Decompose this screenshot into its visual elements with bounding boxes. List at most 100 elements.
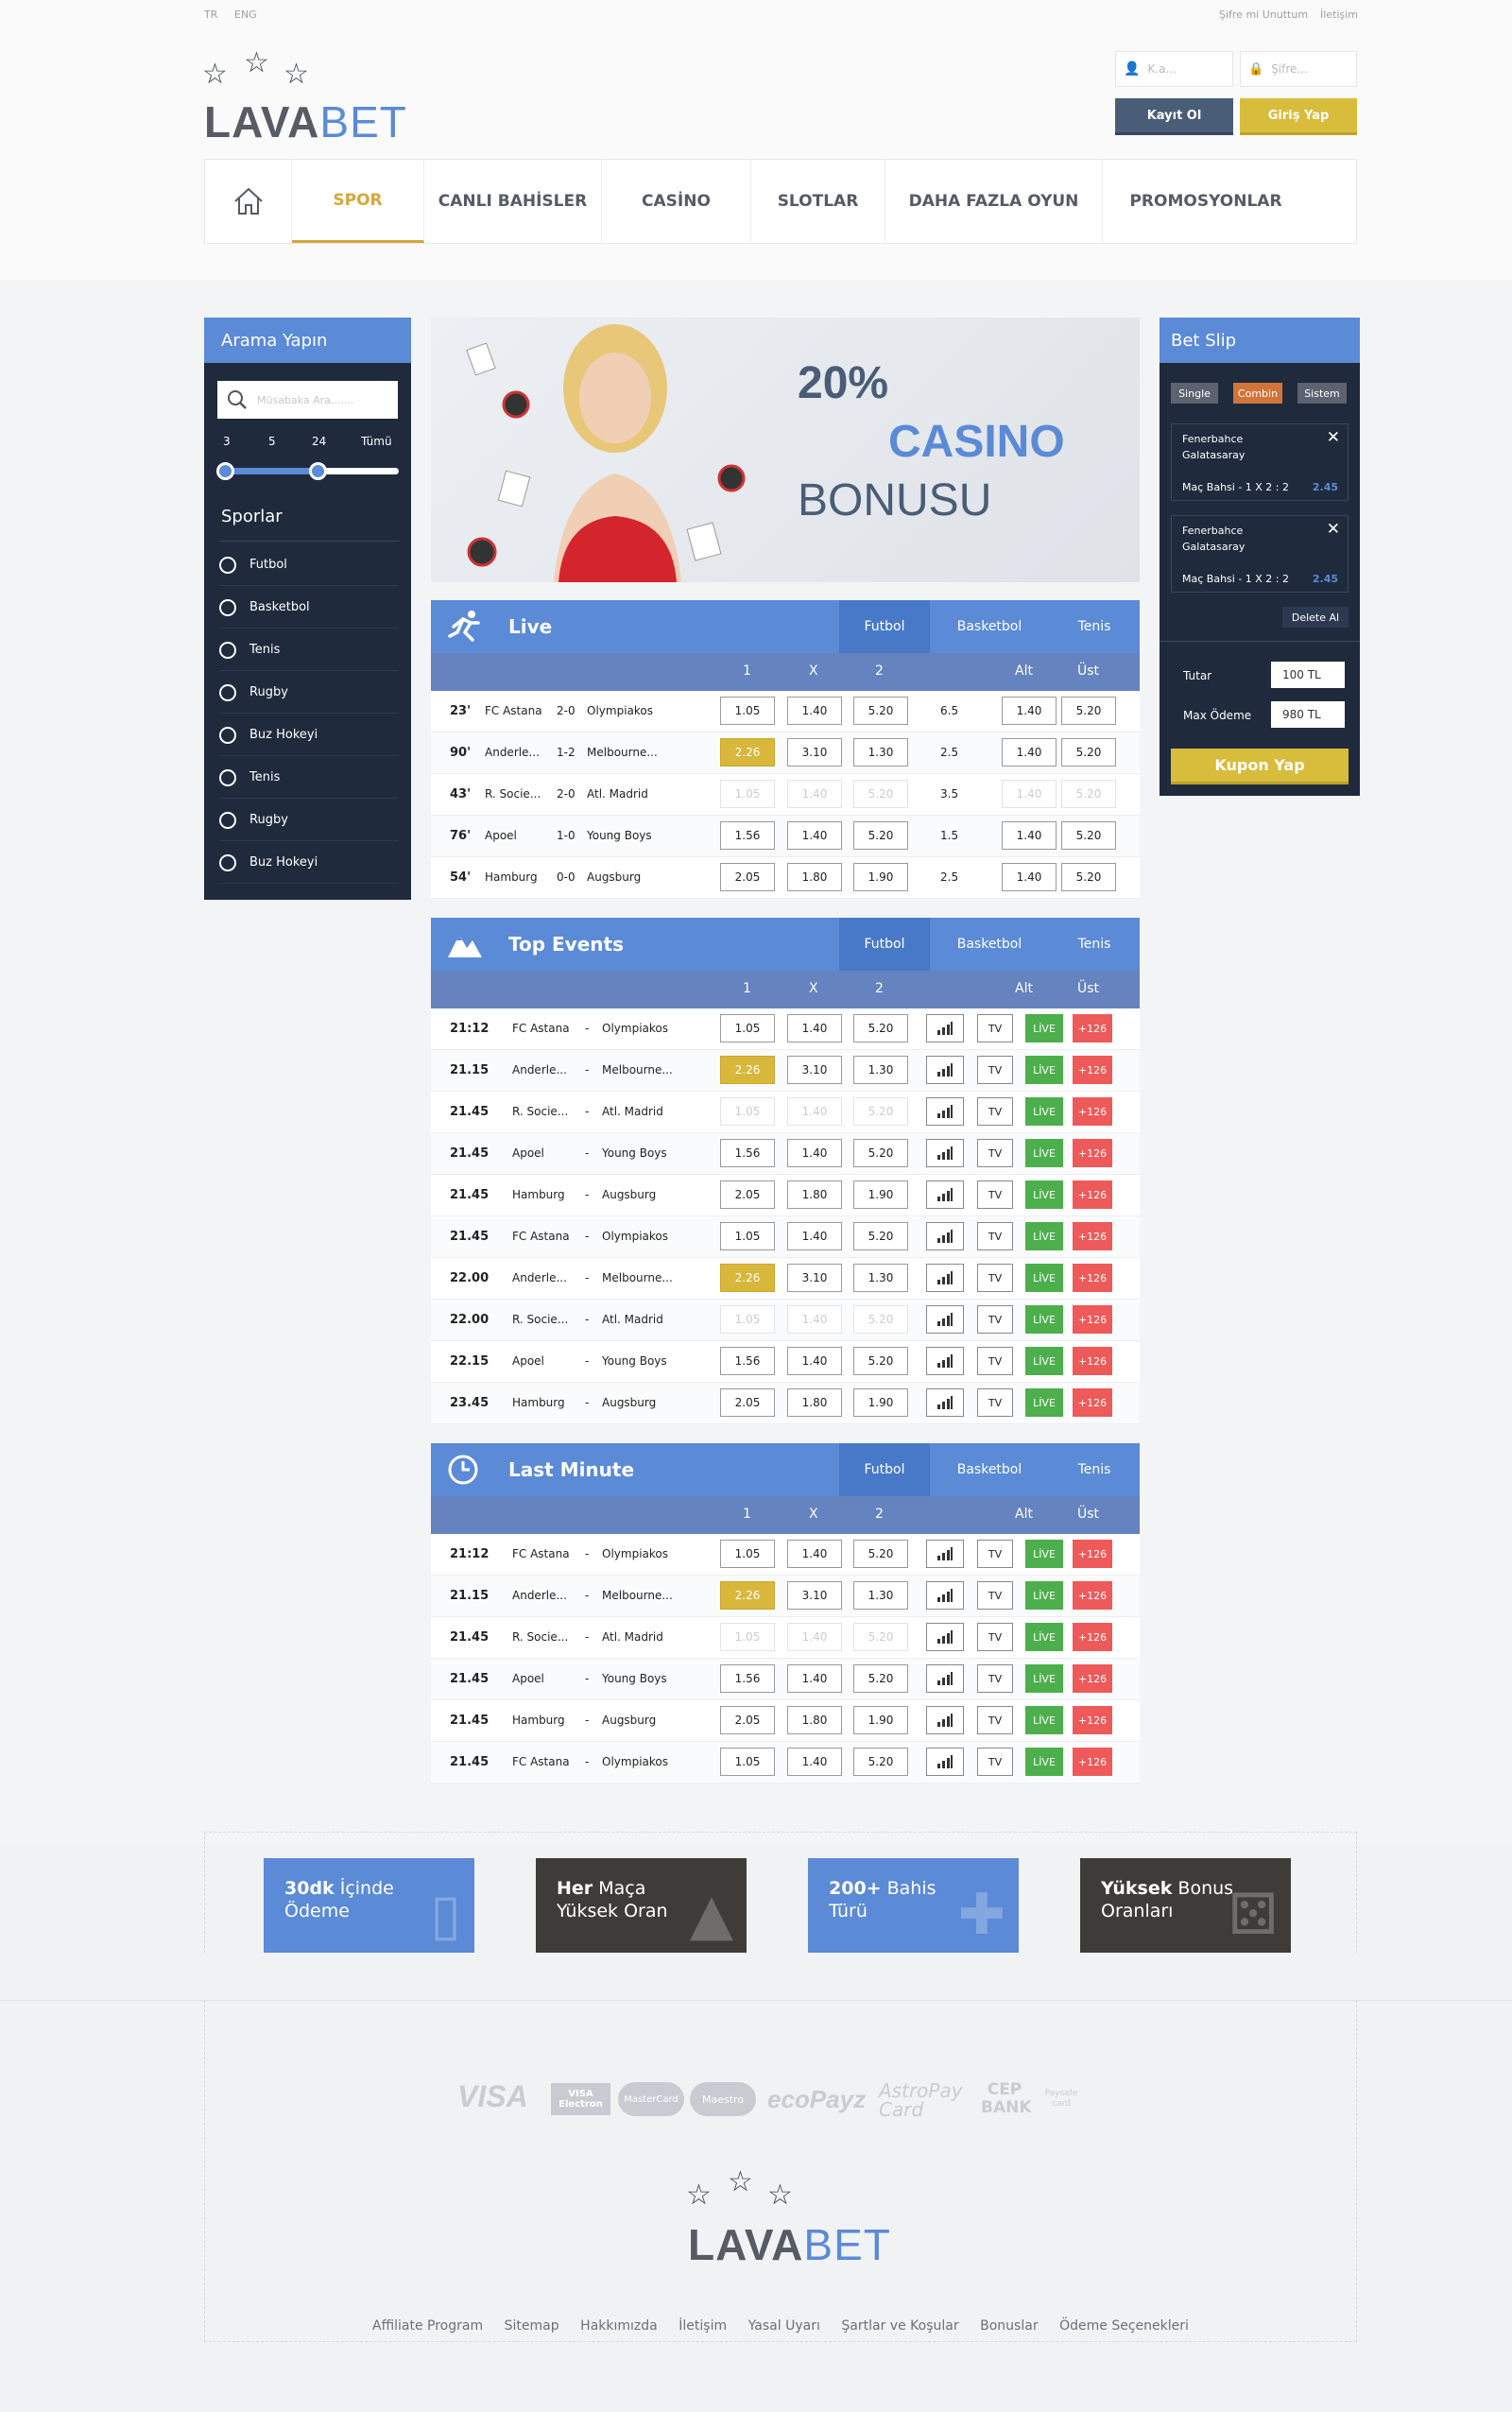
odd-1-button[interactable]: 2.26 [720, 1056, 775, 1084]
odd-2-button[interactable]: 5.20 [853, 697, 908, 725]
odd-1-button[interactable]: 2.05 [720, 1388, 775, 1417]
odd-x-button[interactable]: 3.10 [787, 1264, 842, 1292]
live-button[interactable]: LİVE [1025, 1581, 1063, 1610]
odd-2-button[interactable]: 1.30 [853, 1264, 908, 1292]
odd-alt-button[interactable]: 1.40 [1002, 780, 1057, 808]
odd-x-button[interactable]: 3.10 [787, 1581, 842, 1610]
stats-button[interactable] [926, 1581, 964, 1610]
odd-x-button[interactable]: 1.40 [787, 1014, 842, 1042]
stats-button[interactable] [926, 1347, 964, 1375]
login-button[interactable]: Giriş Yap [1240, 98, 1357, 135]
odd-1-button[interactable]: 1.56 [720, 1139, 775, 1167]
footer-link-affiliate[interactable]: Affiliate Program [372, 2318, 483, 2334]
tv-button[interactable]: TV [977, 1180, 1013, 1209]
odd-2-button[interactable]: 5.20 [853, 1097, 908, 1126]
odd-2-button[interactable]: 5.20 [853, 1305, 908, 1334]
tv-button[interactable]: TV [977, 1706, 1013, 1734]
feature-card[interactable]: Her Maça Yüksek Oran ▲ [536, 1858, 747, 1953]
odd-2-button[interactable]: 5.20 [853, 1222, 908, 1250]
range-handle-max[interactable] [309, 462, 327, 480]
odd-alt-button[interactable]: 1.40 [1002, 697, 1057, 725]
live-button[interactable]: LİVE [1025, 1347, 1063, 1375]
sport-item[interactable]: Tenis [219, 757, 399, 799]
tab-futbol[interactable]: Futbol [839, 1443, 930, 1496]
odd-x-button[interactable]: 1.40 [787, 1623, 842, 1651]
odd-1-button[interactable]: 2.05 [720, 863, 775, 891]
sport-item[interactable]: Basketbol [219, 587, 399, 629]
odd-1-button[interactable]: 1.05 [720, 780, 775, 808]
live-button[interactable]: LİVE [1025, 1706, 1063, 1734]
stats-button[interactable] [926, 1180, 964, 1209]
odd-x-button[interactable]: 1.40 [787, 1664, 842, 1693]
register-button[interactable]: Kayıt Ol [1115, 98, 1233, 135]
odd-x-button[interactable]: 1.40 [787, 1347, 842, 1375]
range-handle-min[interactable] [216, 462, 234, 480]
stats-button[interactable] [926, 1014, 964, 1042]
stats-button[interactable] [926, 1222, 964, 1250]
live-button[interactable]: LİVE [1025, 1139, 1063, 1167]
forgot-password-link[interactable]: Şifre mi Unuttum [1219, 9, 1308, 21]
tab-tenis[interactable]: Tenis [1049, 1443, 1140, 1496]
odd-1-button[interactable]: 1.05 [720, 1623, 775, 1651]
more-markets-button[interactable]: +126 [1073, 1347, 1112, 1375]
odd-x-button[interactable]: 1.80 [787, 863, 842, 891]
more-markets-button[interactable]: +126 [1073, 1581, 1112, 1610]
odd-1-button[interactable]: 1.05 [720, 697, 775, 725]
nav-promosyonlar[interactable]: PROMOSYONLAR [1103, 160, 1309, 243]
footer-link-payment-options[interactable]: Ödeme Seçenekleri [1059, 2318, 1189, 2334]
odd-x-button[interactable]: 1.40 [787, 1222, 842, 1250]
odd-2-button[interactable]: 1.90 [853, 1706, 908, 1734]
tab-tenis[interactable]: Tenis [1049, 918, 1140, 971]
odd-x-button[interactable]: 1.40 [787, 821, 842, 850]
tab-futbol[interactable]: Futbol [839, 918, 930, 971]
live-button[interactable]: LİVE [1025, 1056, 1063, 1084]
odd-x-button[interactable]: 1.80 [787, 1180, 842, 1209]
stats-button[interactable] [926, 1664, 964, 1693]
odd-1-button[interactable]: 2.26 [720, 1581, 775, 1610]
feature-card[interactable]: 200+ Bahis Türü ✚ [808, 1858, 1019, 1953]
odd-2-button[interactable]: 1.30 [853, 738, 908, 767]
odd-x-button[interactable]: 1.40 [787, 697, 842, 725]
odd-2-button[interactable]: 5.20 [853, 1748, 908, 1776]
live-button[interactable]: LİVE [1025, 1097, 1063, 1126]
odd-x-button[interactable]: 1.80 [787, 1706, 842, 1734]
tv-button[interactable]: TV [977, 1664, 1013, 1693]
more-markets-button[interactable]: +126 [1073, 1056, 1112, 1084]
live-button[interactable]: LİVE [1025, 1014, 1063, 1042]
live-button[interactable]: LİVE [1025, 1388, 1063, 1417]
stats-button[interactable] [926, 1305, 964, 1334]
range-slider[interactable] [216, 462, 399, 480]
more-markets-button[interactable]: +126 [1073, 1264, 1112, 1292]
username-field[interactable]: 👤 K.a... [1115, 51, 1233, 87]
tv-button[interactable]: TV [977, 1347, 1013, 1375]
more-markets-button[interactable]: +126 [1073, 1748, 1112, 1776]
submit-coupon-button[interactable]: Kupon Yap [1171, 749, 1349, 784]
stats-button[interactable] [926, 1623, 964, 1651]
more-markets-button[interactable]: +126 [1073, 1706, 1112, 1734]
more-markets-button[interactable]: +126 [1073, 1180, 1112, 1209]
odd-1-button[interactable]: 1.56 [720, 1664, 775, 1693]
odd-2-button[interactable]: 5.20 [853, 1623, 908, 1651]
tv-button[interactable]: TV [977, 1305, 1013, 1334]
odd-x-button[interactable]: 1.40 [787, 1305, 842, 1334]
odd-2-button[interactable]: 1.90 [853, 1180, 908, 1209]
odd-1-button[interactable]: 1.05 [720, 1540, 775, 1568]
tv-button[interactable]: TV [977, 1748, 1013, 1776]
odd-2-button[interactable]: 5.20 [853, 1139, 908, 1167]
stats-button[interactable] [926, 1706, 964, 1734]
odd-1-button[interactable]: 1.56 [720, 1347, 775, 1375]
more-markets-button[interactable]: +126 [1073, 1305, 1112, 1334]
odd-2-button[interactable]: 5.20 [853, 821, 908, 850]
more-markets-button[interactable]: +126 [1073, 1388, 1112, 1417]
stats-button[interactable] [926, 1139, 964, 1167]
stats-button[interactable] [926, 1097, 964, 1126]
odd-x-button[interactable]: 1.40 [787, 1139, 842, 1167]
nav-canli-bahisler[interactable]: CANLI BAHİSLER [424, 160, 602, 243]
tv-button[interactable]: TV [977, 1222, 1013, 1250]
odd-alt-button[interactable]: 1.40 [1002, 738, 1057, 767]
sport-item[interactable]: Rugby [219, 800, 399, 841]
sport-item[interactable]: Rugby [219, 672, 399, 714]
odd-ust-button[interactable]: 5.20 [1061, 780, 1116, 808]
tv-button[interactable]: TV [977, 1139, 1013, 1167]
nav-daha-fazla-oyun[interactable]: DAHA FAZLA OYUN [885, 160, 1103, 243]
